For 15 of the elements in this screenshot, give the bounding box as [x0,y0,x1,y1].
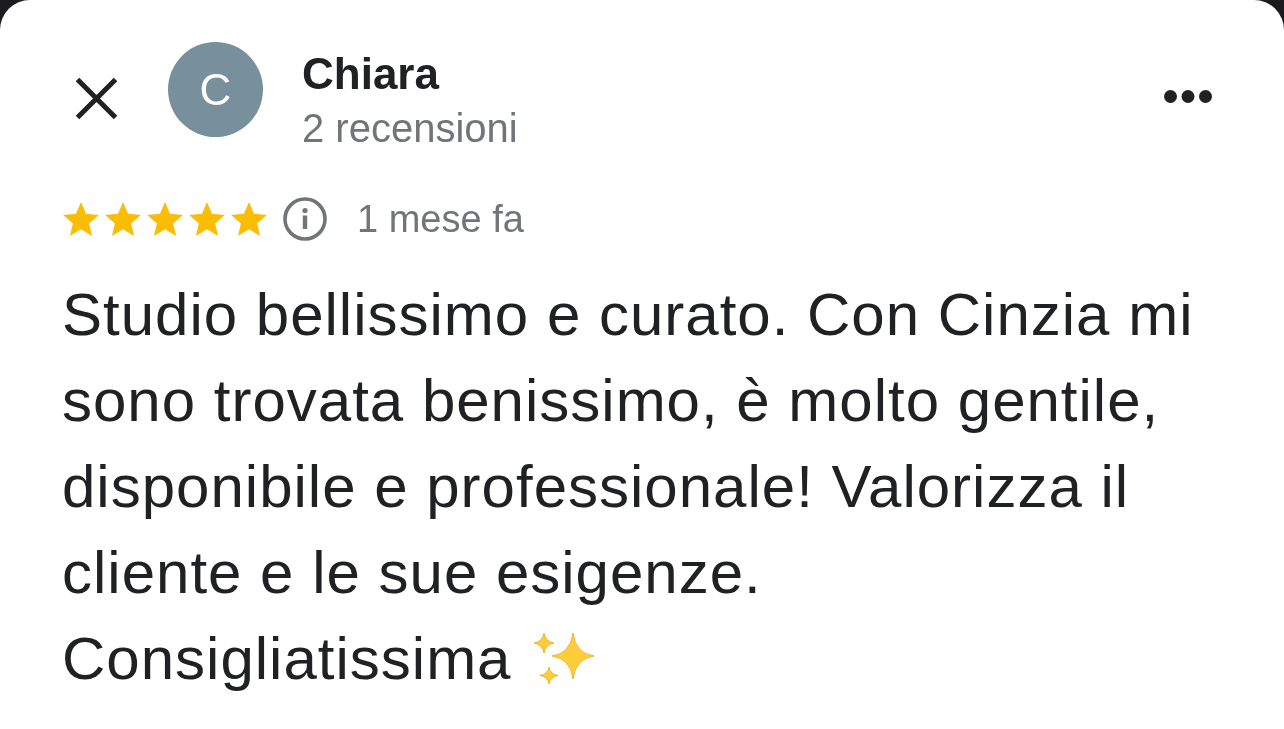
info-icon[interactable] [283,197,327,241]
review-count: 2 recensioni [302,105,518,151]
star-icon [189,202,225,236]
review-text: Studio bellissimo e curato. Con Cinzia mi sono trovata benissimo, è molto gentile, disponibile e professionale! Valorizza il cliente e le sue esigenze. [62,280,1195,608]
star-icon [105,202,141,236]
star-icon [63,202,99,236]
more-options-icon[interactable] [1164,90,1212,103]
star-icon [231,202,267,236]
review-text: Consigliatissima [62,624,512,694]
sparkles-icon [533,632,596,686]
close-icon[interactable] [75,77,118,120]
review-date: 1 mese fa [357,197,524,241]
reviewer-name: Chiara [302,50,441,98]
avatar: C [168,42,263,137]
star-icon [147,202,183,236]
